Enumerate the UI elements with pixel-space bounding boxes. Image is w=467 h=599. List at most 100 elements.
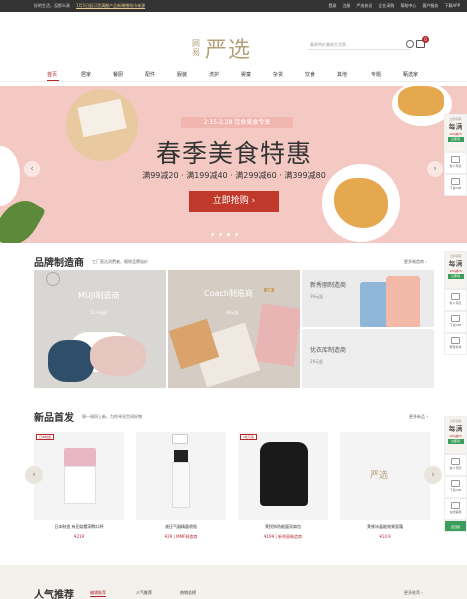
enterprise-link[interactable]: 企业采购: [378, 3, 394, 9]
back-to-top-button[interactable]: 回顶部: [444, 520, 467, 532]
cart-icon[interactable]: 0: [416, 36, 429, 48]
sidebar-item-newcomer[interactable]: 新人专区: [444, 289, 467, 311]
download-app-link[interactable]: 下载APP: [444, 3, 460, 9]
product-image[interactable]: [34, 432, 124, 520]
sidebar-item-newcomer[interactable]: 新人专区: [444, 152, 467, 174]
cart-count-badge: 0: [422, 36, 429, 43]
banner-next-arrow[interactable]: ›: [427, 161, 443, 177]
login-link[interactable]: 登录: [328, 3, 336, 9]
main-nav: 首页 居家 餐厨 配件 服装 洗护 婴童 杂货 饮食 其他 专题 甄选家: [0, 68, 467, 82]
product-name[interactable]: 莱顿冰晶能效果面霜: [340, 524, 430, 530]
nav-item-misc[interactable]: 杂货: [273, 71, 283, 78]
help-link[interactable]: 帮助中心: [400, 3, 416, 9]
sidebar-item-newcomer[interactable]: 新人专区: [444, 454, 467, 476]
hero-banner[interactable]: 2.15-2.28 饮食美食专享 春季美食特惠 满99减20 · 满199减40…: [0, 86, 467, 243]
banner-prev-arrow[interactable]: ‹: [24, 161, 40, 177]
nav-item-personal-care[interactable]: 洗护: [209, 71, 219, 78]
new-prev-arrow[interactable]: ‹: [25, 466, 43, 484]
sidebar-item-app[interactable]: 下载APP: [444, 174, 467, 196]
sidebar-promo-button[interactable]: 立即领: [447, 274, 464, 279]
brand-card-coach[interactable]: Coach制造商 上新 49元起: [168, 270, 300, 388]
sidebar-item-label: 新人专区: [449, 164, 462, 168]
sidebar-item-label: 新人专区: [449, 466, 462, 470]
service-link[interactable]: 客户服务: [422, 3, 438, 9]
nav-item-food[interactable]: 饮食: [305, 71, 315, 78]
banner-dot[interactable]: [219, 233, 222, 236]
sidebar-promo-title: 每满: [448, 260, 463, 268]
qr-code-icon: [451, 178, 460, 185]
brand-card-muji[interactable]: MUJI制造商 12.9元起: [34, 270, 166, 388]
agreement-link[interactable]: 严选协议: [356, 3, 372, 9]
banner-dot[interactable]: [235, 233, 238, 236]
nav-item-apparel[interactable]: 服装: [177, 71, 187, 78]
search-input[interactable]: 春季特价美味生活季: [308, 40, 414, 50]
brand-card-price: 12.9元起: [90, 310, 107, 315]
popular-more-link[interactable]: 更多推荐 ›: [404, 590, 423, 596]
gift-icon: [451, 156, 460, 163]
logo-small-text: 网易: [192, 39, 200, 57]
site-logo[interactable]: 网易 严选: [192, 32, 251, 64]
tab-editor-picks[interactable]: 编辑推荐: [90, 590, 106, 597]
banner-dot[interactable]: [211, 233, 214, 236]
sidebar-promo-title: 每满: [448, 425, 463, 433]
sidebar-item-service[interactable]: 在线客服: [444, 498, 467, 520]
sidebar-coupon-promo[interactable]: 立即领取 每满 100减25 立即领: [444, 114, 467, 152]
tab-popular[interactable]: 人气推荐: [136, 590, 152, 596]
nav-item-home-living[interactable]: 居家: [81, 71, 91, 78]
brand-card-label: 新秀丽制造商: [310, 282, 347, 289]
nav-item-baby[interactable]: 婴童: [241, 71, 251, 78]
sidebar-promo-label: 立即领取: [449, 254, 462, 258]
nav-item-kitchen[interactable]: 餐厨: [113, 71, 123, 78]
product-name[interactable]: 液压气烟精量喷瓶: [136, 524, 226, 530]
brand-card-label: MUJI制造商: [78, 291, 120, 300]
banner-plate-nougat: [66, 89, 138, 161]
brand-more-link[interactable]: 更多制造商 ›: [404, 259, 427, 265]
product-name[interactable]: 莱悦饰防能量双肩包: [238, 524, 328, 530]
banner-date-tag: 2.15-2.28 饮食美食专享: [181, 117, 293, 128]
brand-card-uniqlo[interactable]: 优衣库制造商 29元起: [302, 329, 434, 388]
sidebar-promo-amount: 100减25: [449, 269, 462, 273]
product-card[interactable]: 日本制造 日本制造 有田烧樱洞陶口杯 ¥219: [34, 432, 124, 552]
sidebar-promo-label: 立即领取: [449, 419, 462, 423]
brand-card-samsonite[interactable]: 新秀丽制造商 39元起: [302, 270, 434, 327]
sidebar-coupon-promo[interactable]: 立即领取 每满 100减25 立即领: [444, 251, 467, 289]
sidebar-item-label: 下载APP: [449, 488, 462, 492]
product-price: ¥14.9: [379, 534, 391, 539]
tab-bestsellers[interactable]: 热销总榜: [180, 590, 196, 596]
sidebar-item-help[interactable]: 帮我寻找: [444, 333, 467, 355]
product-name[interactable]: 日本制造 有田烧樱洞陶口杯: [34, 524, 124, 530]
product-card[interactable]: 3色可选 莱悦饰防能量双肩包 ¥199 | 新秀丽制造商: [238, 432, 328, 552]
logo-placeholder: 严选: [370, 471, 389, 481]
sidebar-promo-button[interactable]: 立即领: [447, 439, 464, 444]
product-card[interactable]: 液压气烟精量喷瓶 ¥29 | MMF制造商: [136, 432, 226, 552]
register-link[interactable]: 注册: [342, 3, 350, 9]
sidebar-item-label: 在线客服: [449, 510, 462, 514]
product-card[interactable]: 严选 莱顿冰晶能效果面霜 ¥14.9: [340, 432, 430, 552]
nav-item-curated[interactable]: 甄选家: [403, 71, 418, 78]
promo-link[interactable]: 1月5日起订货满额产品新赠赠纸巾来源: [76, 3, 145, 9]
nav-item-other[interactable]: 其他: [337, 71, 347, 78]
gift-icon: [451, 458, 460, 465]
sidebar-coupon-promo[interactable]: 立即领取 每满 100减25 立即领: [444, 416, 467, 454]
sidebar-item-app[interactable]: 下载APP: [444, 476, 467, 498]
search-icon[interactable]: [406, 40, 414, 48]
slogan: 好的生活，没那么贵: [34, 3, 70, 8]
nav-active-underline: [47, 80, 59, 81]
new-more-link[interactable]: 更多新品 ›: [409, 414, 428, 420]
nav-item-accessories[interactable]: 配件: [145, 71, 155, 78]
sidebar-item-app[interactable]: 下载APP: [444, 311, 467, 333]
qr-code-icon: [451, 315, 460, 322]
product-image[interactable]: 严选: [340, 432, 430, 520]
nav-item-topics[interactable]: 专题: [371, 71, 381, 78]
new-next-arrow[interactable]: ›: [424, 466, 442, 484]
banner-headline: 春季美食特惠: [155, 139, 312, 168]
product-image[interactable]: [238, 432, 328, 520]
sidebar-promo-button[interactable]: 立即领: [447, 137, 464, 142]
sidebar-promo-label: 立即领取: [449, 117, 462, 121]
product-image[interactable]: [136, 432, 226, 520]
nav-item-home[interactable]: 首页: [47, 71, 57, 78]
banner-cta-button[interactable]: 立即抢购 ›: [189, 191, 279, 212]
sidebar-item-label: 下载APP: [449, 323, 462, 327]
brand-card-label: 优衣库制造商: [310, 347, 347, 354]
banner-dot-active[interactable]: [227, 233, 230, 236]
